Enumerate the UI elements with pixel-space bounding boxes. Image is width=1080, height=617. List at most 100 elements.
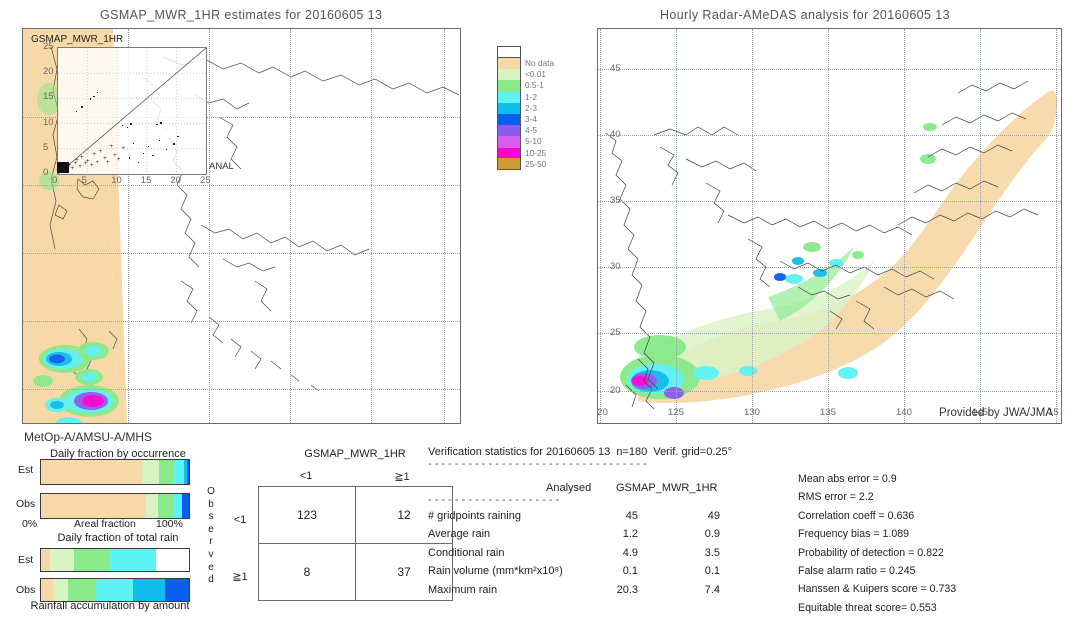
gridline-v [980,29,981,423]
left-panel-title: GSMAP_MWR_1HR estimates for 20160605 13 [100,8,383,22]
gridline-v [828,29,829,423]
x-tick: 125 [668,407,684,418]
legend-swatch [497,158,521,171]
radar-amedas-map[interactable]: 12012513013514014515 454035302520 Provid… [597,28,1062,424]
legend-swatch [497,125,521,137]
scatter-point: + [121,145,126,153]
jwa-jma-credit: Provided by JWA/JMA [939,407,1053,419]
scatter-x-tick: 10 [111,175,122,186]
chart1-axis-center: Areal fraction [74,518,136,530]
observed-letter: s [208,511,214,523]
legend-label: 5-10 [525,136,542,147]
chart1-row-label-est: Est [18,464,34,476]
scatter-point [177,135,179,138]
gridline-v [290,29,291,423]
scatter-point [165,148,168,151]
scatter-x-tick: 25 [200,175,211,186]
scatter-y-tick: 20 [43,66,54,78]
score-line: Hanssen & Kuipers score = 0.733 [798,583,957,596]
chart2-caption: Rainfall accumulation by amount [30,600,190,612]
score-line: Correlation coeff = 0.636 [798,509,915,522]
gridline-v [371,29,372,423]
stats-row-analysed: 4.9 [622,546,638,559]
legend-swatch [497,80,521,92]
x-tick: 135 [820,407,836,418]
legend-row: No data [497,58,554,70]
color-legend: No data <0.01 0.5-1 1-2 2-3 3-4 4-5 5-10 10-25 25… [497,46,554,171]
gridline-v [209,29,210,423]
scatter-y-tick: 15 [43,91,54,103]
scatter-x-tick: 20 [170,175,181,186]
scatter-point [89,98,92,100]
legend-label: 2-3 [525,102,537,113]
contingency-header: GSMAP_MWR_1HR [304,448,406,460]
stats-row-estimate: 49 [707,510,720,522]
chart1-est-bar [40,459,190,485]
scatter-point: + [78,163,82,171]
stats-row-analysed: 0.1 [622,565,638,578]
bar-segment [159,460,174,484]
stats-row: # gridpoints raining 45 49 [428,508,788,526]
scatter-point [160,122,162,124]
sensor-label: MetOp-A/AMSU-A/MHS [24,430,153,444]
chart1-row-label-obs: Obs [16,498,36,510]
gridline-h [23,185,460,186]
bar-segment [132,579,166,601]
scatter-point [81,106,83,108]
score-line: Mean abs error = 0.9 [798,473,897,485]
bar-segment [41,549,50,571]
legend-row: 3-4 [497,113,554,126]
observed-letter: b [208,498,214,510]
contingency-col-label-0: <1 [299,470,313,482]
scatter-point [96,91,99,94]
observed-letter: e [208,523,214,535]
scatter-y-tick: 10 [43,116,54,128]
chart2-row-label-obs: Obs [16,584,36,596]
gridline-h [598,333,1061,334]
legend-swatch [497,147,521,159]
scatter-xaxis-label: ANAL [209,161,234,172]
bar-segment [181,494,189,518]
legend-swatch [497,69,521,81]
right-panel-title: Hourly Radar-AMeDAS analysis for 2016060… [660,8,950,22]
contingency-table[interactable]: 123 12 8 37 [258,486,453,601]
scatter-point [75,110,78,112]
gsmap-estimate-map[interactable]: GSMAP_MWR_1HR ANAL 0 5 10 15 20 25 0 5 10 15 20 25… [22,28,461,424]
radar-field [605,80,1058,410]
stats-row-name: Maximum rain [428,583,498,596]
contingency-cell-hit-miss: 123 [258,486,356,544]
stats-row-name: Average rain [428,528,491,541]
legend-swatch [497,113,521,126]
gridline-v [752,29,753,423]
legend-swatch [497,58,521,70]
stats-row-name: Conditional rain [428,546,505,559]
scatter-point [173,143,175,145]
bar-segment [109,549,157,571]
y-tick: 30 [610,261,621,272]
legend-row: 4-5 [497,125,554,137]
stats-row: Conditional rain 4.9 3.5 [428,545,788,563]
scatter-point [132,142,135,145]
scatter-point: + [109,143,114,151]
gridline-v [904,29,905,423]
legend-label: 4-5 [525,125,537,136]
bar-segment [67,579,96,601]
bar-segment [172,494,182,518]
stats-row-estimate: 3.5 [704,546,720,559]
legend-row: 2-3 [497,102,554,114]
scatter-point [147,145,150,148]
score-list: Mean abs error = 0.9 RMS error = 2.2 Corre… [798,470,956,617]
x-tick: 120 [597,407,608,418]
legend-label: 25-50 [525,158,547,169]
bar-segment [165,579,189,601]
gridline-h [598,135,1061,136]
scatter-point [158,139,161,142]
stats-table: # gridpoints raining 45 49 Average rain 1.2 0… [428,508,788,600]
chart1-axis-left: 0% [22,518,38,530]
scatter-point [128,157,131,159]
scatter-point [121,124,124,127]
legend-swatch [497,136,521,148]
scatter-point: + [95,158,100,166]
stats-row-estimate: 0.1 [704,565,720,578]
stats-row: Maximum rain 20.3 7.4 [428,582,788,600]
